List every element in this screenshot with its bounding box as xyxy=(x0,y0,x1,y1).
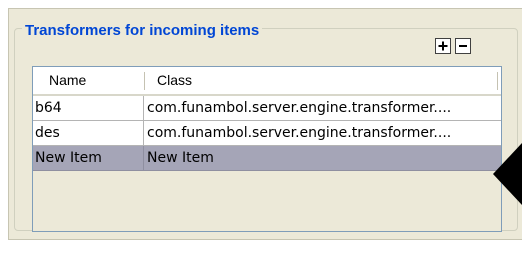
table-body: b64 com.funambol.server.engine.transform… xyxy=(33,96,501,171)
cell-class[interactable]: com.funambol.server.engine.transformer..… xyxy=(145,96,501,120)
table-empty-area xyxy=(33,171,501,231)
cell-name[interactable]: New Item xyxy=(33,146,144,170)
column-divider[interactable] xyxy=(497,72,498,90)
remove-item-button[interactable] xyxy=(455,38,471,54)
column-header-name[interactable]: Name xyxy=(33,67,144,94)
cell-class[interactable]: New Item xyxy=(145,146,501,170)
transformers-table: Name Class b64 com.funambol.server.engin… xyxy=(32,66,502,232)
table-row-selected[interactable]: New Item New Item xyxy=(33,146,501,171)
cell-name[interactable]: b64 xyxy=(33,96,144,120)
plus-icon xyxy=(438,41,448,51)
left-arrow-pointer-icon xyxy=(493,143,522,205)
column-header-class-label: Class xyxy=(157,72,193,88)
cell-name[interactable]: des xyxy=(33,121,144,145)
table-header: Name Class xyxy=(33,67,501,96)
table-row[interactable]: b64 com.funambol.server.engine.transform… xyxy=(33,96,501,121)
add-item-button[interactable] xyxy=(435,38,451,54)
cell-class[interactable]: com.funambol.server.engine.transformer..… xyxy=(145,121,501,145)
group-title: Transformers for incoming items xyxy=(22,22,263,39)
minus-icon xyxy=(459,45,467,47)
column-header-name-label: Name xyxy=(49,72,87,88)
table-row[interactable]: des com.funambol.server.engine.transform… xyxy=(33,121,501,146)
column-header-class[interactable]: Class xyxy=(145,67,497,94)
